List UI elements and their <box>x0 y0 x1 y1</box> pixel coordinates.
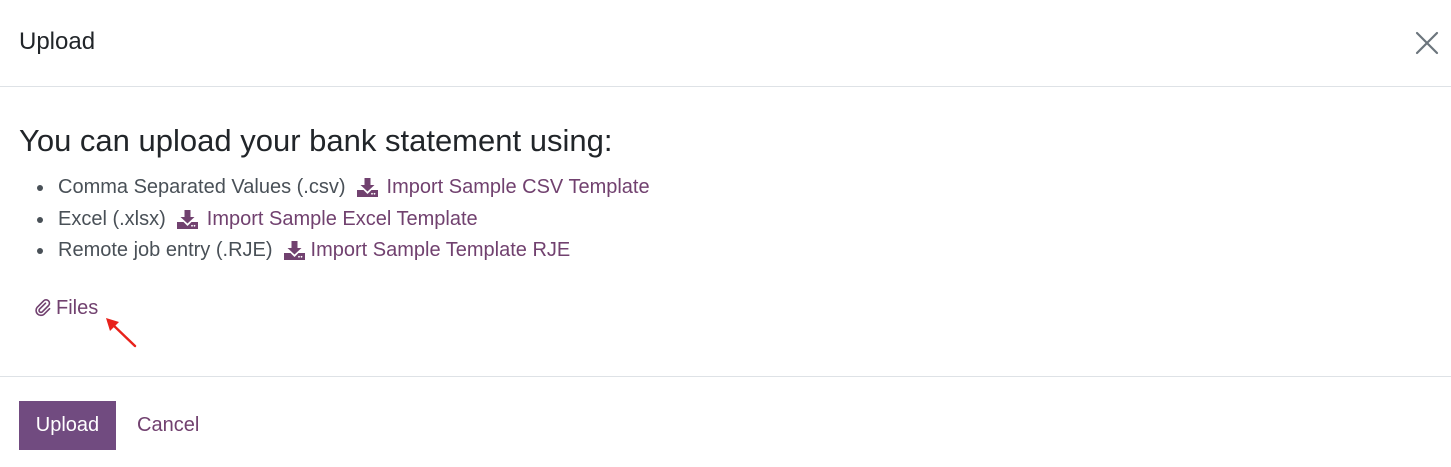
bullet <box>37 248 43 254</box>
dialog-header: Upload <box>0 0 1451 87</box>
format-item-rje: Remote job entry (.RJE) Import Sample Te… <box>37 235 650 267</box>
format-label: Remote job entry (.RJE) <box>58 239 273 262</box>
download-icon <box>283 241 305 261</box>
format-list: Comma Separated Values (.csv) Import Sam… <box>37 172 650 267</box>
import-sample-excel-label: Import Sample Excel Template <box>206 207 478 230</box>
dialog-title: Upload <box>19 28 96 55</box>
download-icon <box>356 178 378 198</box>
format-label: Excel (.xlsx) <box>58 207 166 230</box>
close-button[interactable] <box>1413 29 1441 57</box>
import-sample-rje-link[interactable]: Import Sample Template RJE <box>273 235 571 266</box>
bullet <box>37 185 43 191</box>
download-icon <box>176 209 198 229</box>
import-sample-csv-link[interactable]: Import Sample CSV Template <box>346 172 650 203</box>
upload-dialog: Upload You can upload your bank statemen… <box>0 0 1451 467</box>
files-label: Files <box>56 297 99 319</box>
format-label: Comma Separated Values (.csv) <box>58 176 346 199</box>
dialog-footer: Upload Cancel <box>0 376 1451 467</box>
dialog-body: You can upload your bank statement using… <box>0 88 1451 376</box>
cancel-button[interactable]: Cancel <box>126 401 210 450</box>
format-item-xlsx: Excel (.xlsx) Import Sample Excel Templa… <box>37 204 650 236</box>
upload-button[interactable]: Upload <box>19 401 116 450</box>
import-sample-csv-label: Import Sample CSV Template <box>386 176 650 199</box>
upload-instructions-heading: You can upload your bank statement using… <box>19 123 613 158</box>
files-button[interactable]: Files <box>34 294 98 322</box>
import-sample-excel-link[interactable]: Import Sample Excel Template <box>166 204 478 235</box>
format-item-csv: Comma Separated Values (.csv) Import Sam… <box>37 172 650 204</box>
paperclip-icon <box>34 298 52 318</box>
bullet <box>37 216 43 223</box>
annotation-arrow-icon <box>106 318 137 348</box>
import-sample-rje-label: Import Sample Template RJE <box>310 239 571 262</box>
close-icon <box>1415 31 1439 55</box>
